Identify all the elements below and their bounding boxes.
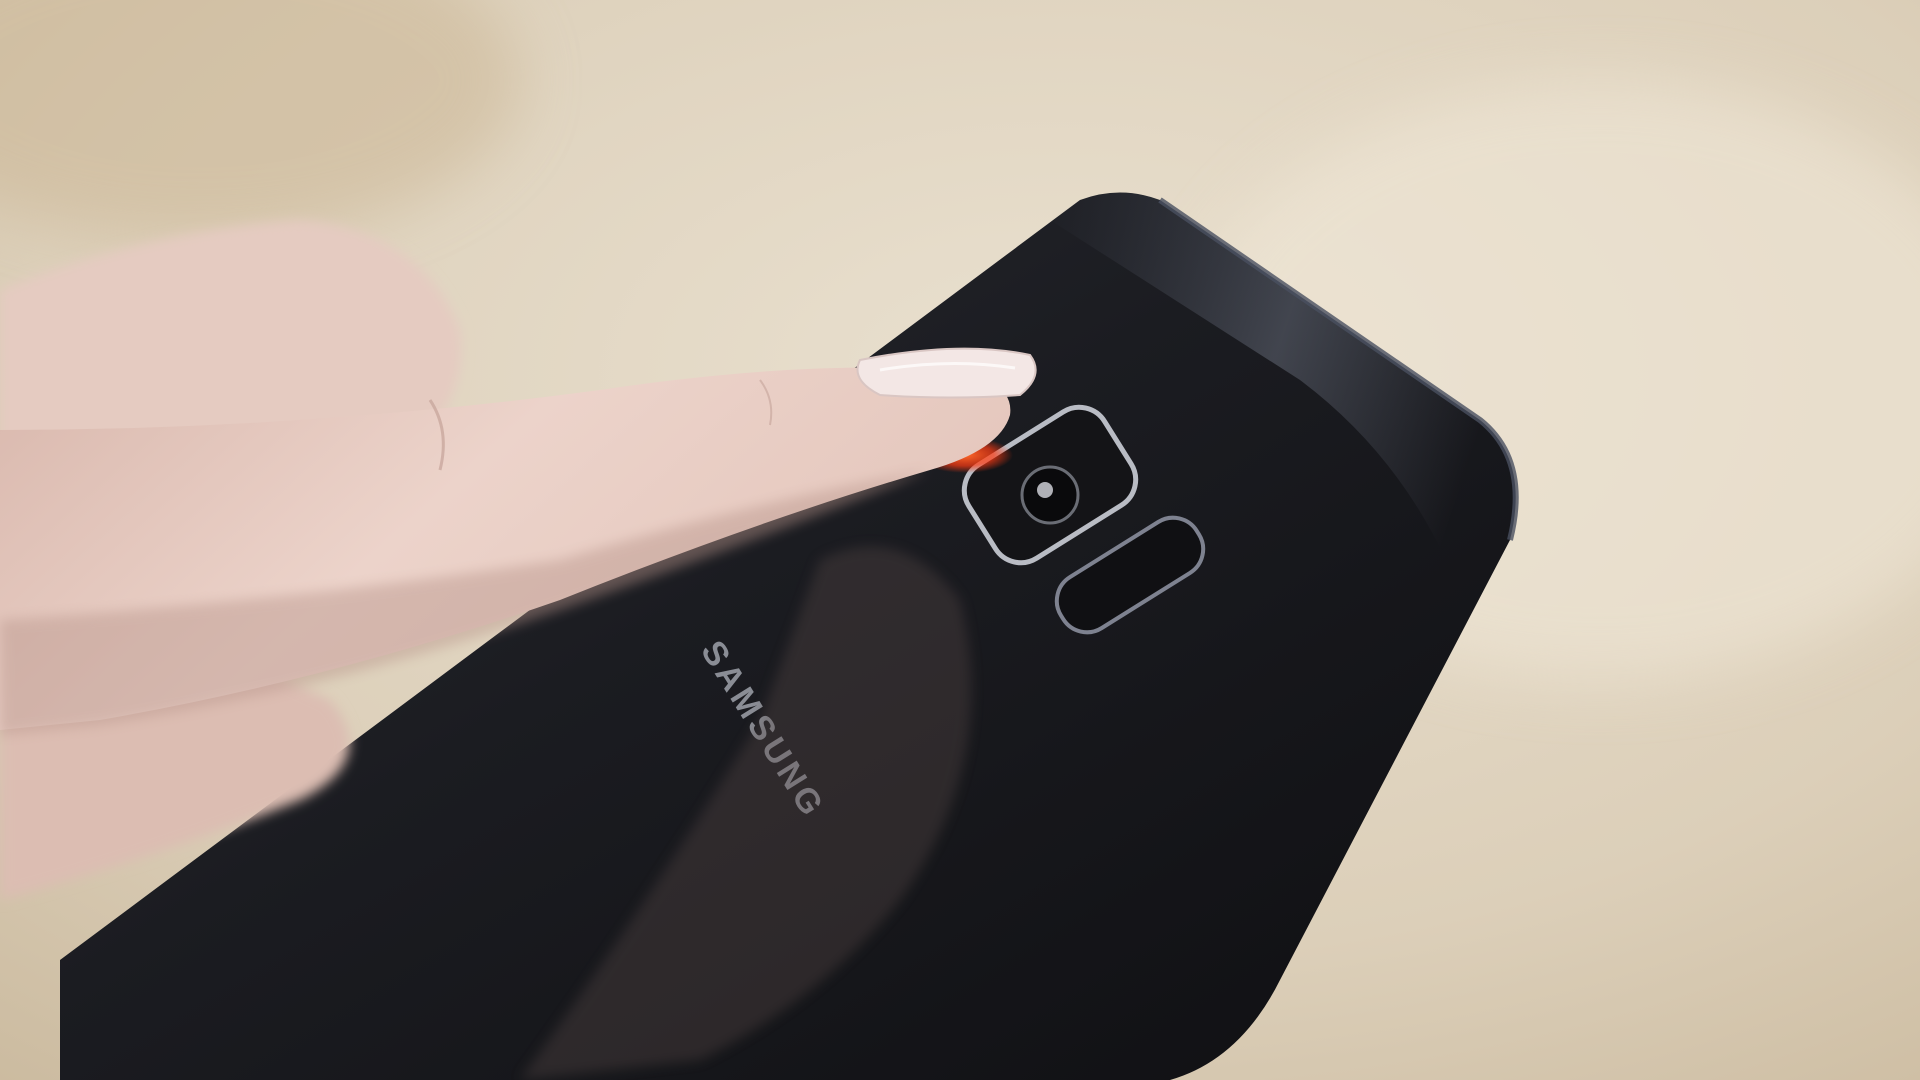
fingernail	[856, 347, 1037, 399]
photo-illustration: SAMSUNG	[0, 0, 1920, 1080]
camera-lens-glint	[1037, 482, 1053, 498]
photo-scene: SAMSUNG	[0, 0, 1920, 1080]
